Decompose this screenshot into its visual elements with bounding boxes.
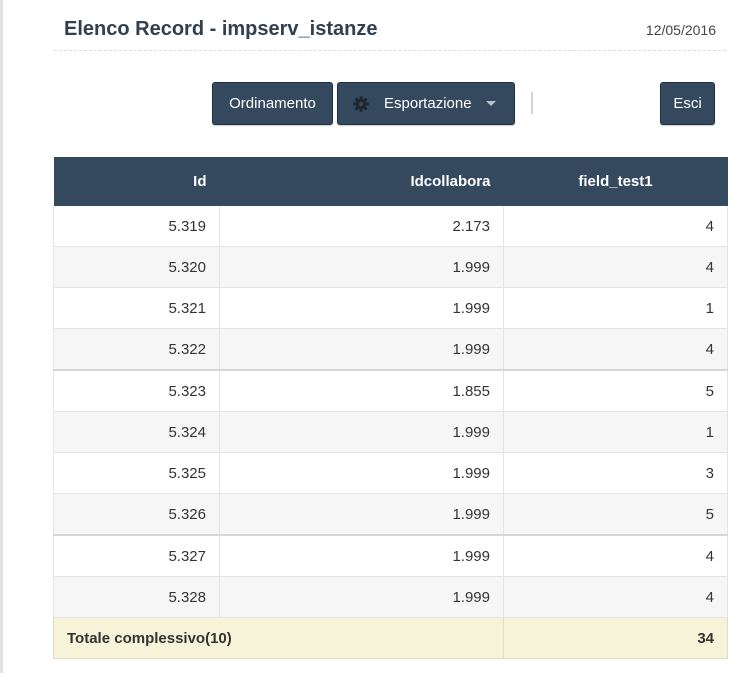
cell-field-test1: 4 [503, 206, 728, 247]
page-header: Elenco Record - impserv_istanze 12/05/20… [54, 10, 726, 51]
gear-icon [353, 95, 369, 112]
table-header-row: Id Idcollabora field_test1 [53, 157, 728, 206]
cell-field-test1: 4 [503, 576, 728, 618]
exit-button[interactable]: Esci [660, 82, 715, 125]
page-date: 12/05/2016 [645, 22, 716, 38]
cell-id: 5.323 [53, 370, 220, 412]
cell-field-test1: 4 [503, 535, 728, 577]
toolbar: Ordinamento Esportazione Esci [0, 82, 749, 126]
sort-button[interactable]: Ordinamento [212, 82, 333, 125]
exit-button-label: Esci [673, 95, 702, 112]
cell-id: 5.321 [53, 287, 220, 329]
export-dropdown-button[interactable]: Esportazione [337, 82, 515, 125]
cell-idcollabora: 1.999 [219, 246, 504, 288]
toolbar-separator [531, 92, 533, 114]
cell-id: 5.325 [53, 452, 220, 494]
cell-field-test1: 4 [503, 328, 728, 371]
export-button-label: Esportazione [384, 95, 472, 112]
cell-idcollabora: 1.999 [219, 576, 504, 618]
cell-id: 5.324 [53, 411, 220, 453]
total-row: Totale complessivo(10) 34 [53, 617, 728, 659]
table-row: 5.324 1.999 1 [53, 411, 728, 453]
column-header-field-test1[interactable]: field_test1 [503, 157, 728, 206]
caret-down-icon [485, 101, 496, 106]
cell-field-test1: 1 [503, 287, 728, 329]
table-row: 5.327 1.999 4 [53, 535, 728, 577]
cell-idcollabora: 1.999 [219, 493, 504, 536]
cell-field-test1: 5 [503, 370, 728, 412]
cell-idcollabora: 1.999 [219, 535, 504, 577]
cell-id: 5.326 [53, 493, 220, 536]
sort-button-label: Ordinamento [229, 95, 316, 112]
total-value: 34 [503, 617, 728, 659]
cell-idcollabora: 1.999 [219, 452, 504, 494]
cell-id: 5.320 [53, 246, 220, 288]
cell-id: 5.319 [53, 206, 220, 247]
cell-field-test1: 5 [503, 493, 728, 536]
cell-idcollabora: 1.999 [219, 287, 504, 329]
table-row: 5.319 2.173 4 [53, 206, 728, 247]
records-table: Id Idcollabora field_test1 5.319 2.173 4… [53, 157, 728, 659]
cell-idcollabora: 1.855 [219, 370, 504, 412]
cell-id: 5.322 [53, 328, 220, 371]
column-header-idcollabora[interactable]: Idcollabora [219, 157, 504, 206]
column-header-id[interactable]: Id [53, 157, 220, 206]
cell-idcollabora: 1.999 [219, 328, 504, 371]
table-row: 5.320 1.999 4 [53, 246, 728, 288]
table-row: 5.328 1.999 4 [53, 576, 728, 618]
cell-field-test1: 4 [503, 246, 728, 288]
cell-field-test1: 3 [503, 452, 728, 494]
cell-idcollabora: 2.173 [219, 206, 504, 247]
table-row: 5.325 1.999 3 [53, 452, 728, 494]
table-row: 5.321 1.999 1 [53, 287, 728, 329]
total-label: Totale complessivo(10) [53, 617, 504, 659]
table-row: 5.322 1.999 4 [53, 328, 728, 371]
page-title: Elenco Record - impserv_istanze [64, 18, 378, 40]
cell-idcollabora: 1.999 [219, 411, 504, 453]
cell-id: 5.328 [53, 576, 220, 618]
cell-id: 5.327 [53, 535, 220, 577]
table-row: 5.323 1.855 5 [53, 370, 728, 412]
cell-field-test1: 1 [503, 411, 728, 453]
table-row: 5.326 1.999 5 [53, 493, 728, 536]
